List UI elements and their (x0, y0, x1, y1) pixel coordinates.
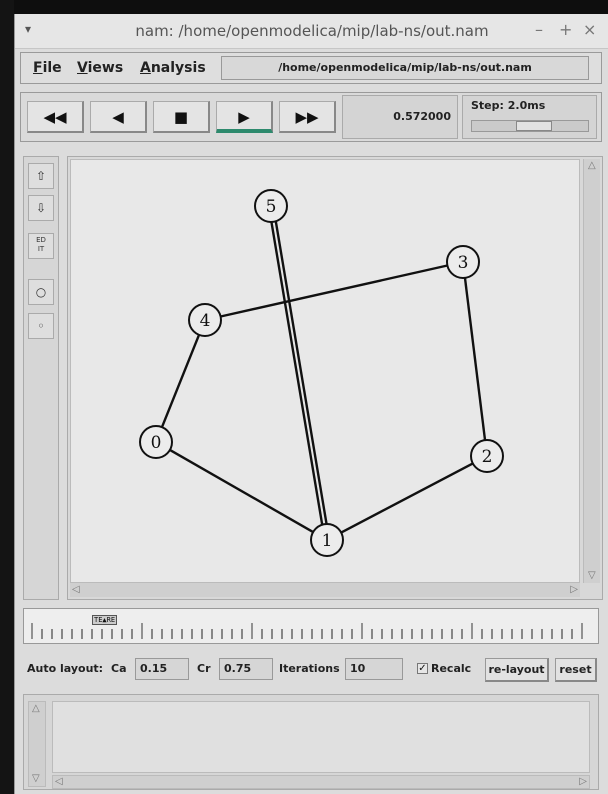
link-5-1[interactable] (270, 221, 324, 525)
canvas-vertical-scrollbar[interactable]: △ ▽ (583, 159, 600, 583)
node-label: 5 (266, 197, 277, 217)
play-button[interactable]: ▶ (216, 101, 273, 133)
node-label: 2 (482, 447, 493, 467)
link-5-1[interactable] (274, 221, 328, 525)
menu-views[interactable]: Views (77, 60, 123, 76)
reset-button[interactable]: reset (555, 658, 597, 682)
terminal-strip (14, 0, 608, 14)
stop-button[interactable]: ■ (153, 101, 210, 133)
timeline-slider[interactable]: TE▲RE (23, 608, 599, 644)
nam-window: ▾ nam: /home/openmodelica/mip/lab-ns/out… (14, 14, 608, 794)
title-bar: ▾ nam: /home/openmodelica/mip/lab-ns/out… (15, 14, 608, 49)
zoom-in-icon[interactable]: ⇧ (28, 163, 54, 189)
node-3[interactable]: 3 (446, 245, 480, 279)
link-0-4[interactable] (160, 334, 201, 428)
minimize-button[interactable]: – (535, 20, 543, 39)
cr-label: Cr (197, 662, 211, 675)
node-5[interactable]: 5 (254, 189, 288, 223)
timeline-ticks (31, 623, 583, 639)
node-2[interactable]: 2 (470, 439, 504, 473)
zoom-out-icon[interactable]: ⇩ (28, 195, 54, 221)
cr-input[interactable]: 0.75 (219, 658, 273, 680)
recalc-label: Recalc (431, 662, 472, 675)
link-2-3[interactable] (463, 277, 487, 441)
rewind-button[interactable]: ◀◀ (27, 101, 84, 133)
node-label: 3 (458, 253, 469, 273)
step-slider-thumb[interactable] (516, 121, 552, 131)
playback-controls: ◀◀ ◀ ■ ▶ ▶▶ 0.572000 Step: 2.0ms (20, 92, 602, 142)
step-label: Step: 2.0ms (471, 99, 546, 112)
annotation-horizontal-scrollbar[interactable]: ◁ ▷ (52, 775, 590, 789)
node-label: 4 (200, 311, 211, 331)
ca-input[interactable]: 0.15 (135, 658, 189, 680)
dot-tool-icon[interactable]: ◦ (28, 313, 54, 339)
auto-layout-bar: Auto layout: Ca 0.15 Cr 0.75 Iterations … (15, 654, 608, 684)
menu-analysis[interactable]: Analysis (140, 60, 206, 76)
network-canvas[interactable]: 0 1 2 3 4 5 (70, 159, 580, 583)
canvas-horizontal-scrollbar[interactable]: ◁ ▷ (70, 582, 580, 597)
step-control: Step: 2.0ms (462, 95, 597, 139)
annotation-pane: △ ▽ ◁ ▷ (23, 694, 599, 790)
annotation-list[interactable] (52, 701, 590, 773)
node-1[interactable]: 1 (310, 523, 344, 557)
node-label: 0 (151, 433, 162, 453)
iterations-input[interactable]: 10 (345, 658, 403, 680)
edit-tool-icon[interactable]: ED IT (28, 233, 54, 259)
step-slider[interactable] (471, 120, 589, 132)
maximize-button[interactable]: + (559, 20, 572, 39)
canvas-frame: 0 1 2 3 4 5 △ ▽ ◁ ▷ (67, 156, 603, 600)
iterations-label: Iterations (279, 662, 340, 675)
link-1-2[interactable] (340, 462, 474, 534)
time-display: 0.572000 (342, 95, 458, 139)
recalc-checkbox[interactable]: ✓ (417, 663, 428, 674)
annotation-vertical-scrollbar[interactable]: △ ▽ (28, 701, 46, 787)
terminal-background (0, 0, 14, 794)
link-0-1[interactable] (169, 448, 314, 534)
fast-forward-button[interactable]: ▶▶ (279, 101, 336, 133)
step-back-button[interactable]: ◀ (90, 101, 147, 133)
ca-label: Ca (111, 662, 127, 675)
relayout-button[interactable]: re-layout (485, 658, 549, 682)
menu-file[interactable]: File (33, 60, 62, 76)
current-time: 0.572000 (393, 110, 451, 123)
menu-bar: File Views Analysis /home/openmodelica/m… (20, 52, 602, 84)
link-3-4[interactable] (220, 264, 448, 318)
node-0[interactable]: 0 (139, 425, 173, 459)
node-4[interactable]: 4 (188, 303, 222, 337)
topology-graph: 0 1 2 3 4 5 (139, 189, 504, 557)
timeline-marker[interactable]: TE▲RE (92, 615, 118, 625)
circle-tool-icon[interactable]: ○ (28, 279, 54, 305)
window-title: nam: /home/openmodelica/mip/lab-ns/out.n… (135, 22, 489, 40)
close-button[interactable]: × (583, 20, 596, 39)
edit-toolbar: ⇧ ⇩ ED IT ○ ◦ (23, 156, 59, 600)
file-path-field: /home/openmodelica/mip/lab-ns/out.nam (221, 56, 589, 80)
auto-layout-label: Auto layout: (27, 662, 104, 675)
node-label: 1 (322, 531, 333, 551)
